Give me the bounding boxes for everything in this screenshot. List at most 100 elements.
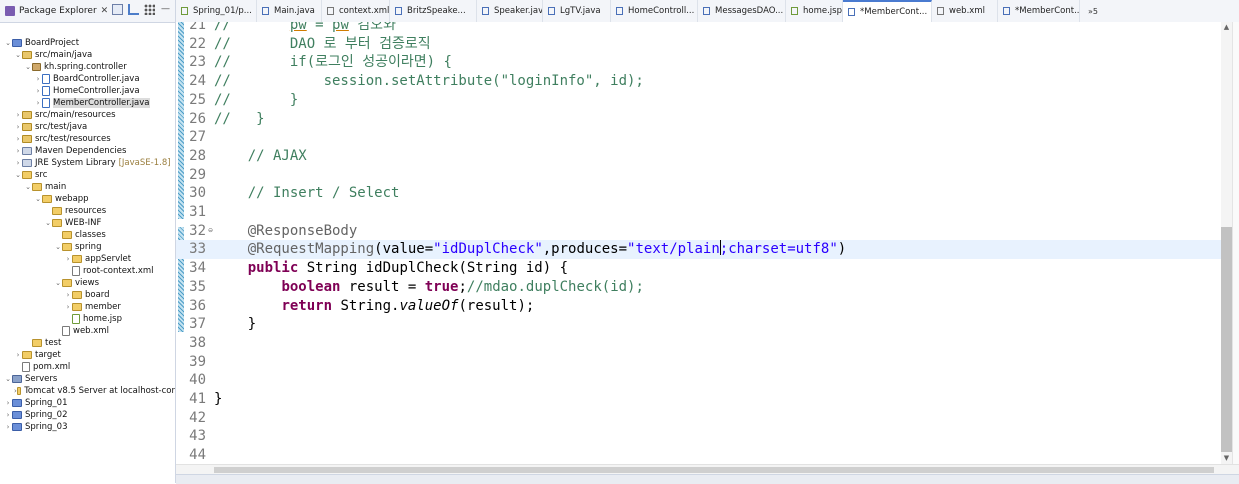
- tree-item[interactable]: ⌄ Servers: [0, 373, 175, 385]
- collapsed-twisty-icon[interactable]: ›: [14, 159, 22, 167]
- editor-tab[interactable]: BritzSpeake...: [390, 0, 477, 22]
- expanded-twisty-icon[interactable]: ⌄: [24, 63, 32, 71]
- collapsed-twisty-icon[interactable]: ›: [64, 291, 72, 299]
- code-line[interactable]: // if(로그인 성공이라면) {: [214, 53, 452, 72]
- code-line[interactable]: // }: [214, 91, 298, 110]
- tree-item[interactable]: ⌄ src/main/java: [0, 49, 175, 61]
- link-with-editor-icon[interactable]: [128, 4, 139, 15]
- tree-item[interactable]: › member: [0, 301, 175, 313]
- collapse-all-icon[interactable]: [112, 4, 123, 15]
- editor-tab[interactable]: *MemberCont...: [998, 0, 1080, 22]
- collapsed-twisty-icon[interactable]: ›: [4, 399, 12, 407]
- tree-item[interactable]: resources: [0, 205, 175, 217]
- minimize-icon[interactable]: —: [160, 4, 171, 15]
- tree-item[interactable]: ⌄ kh.spring.controller: [0, 61, 175, 73]
- collapsed-twisty-icon[interactable]: ›: [34, 87, 42, 95]
- collapsed-twisty-icon[interactable]: ›: [34, 75, 42, 83]
- view-menu-icon[interactable]: [144, 4, 155, 15]
- collapsed-twisty-icon[interactable]: ›: [34, 99, 42, 107]
- expanded-twisty-icon[interactable]: ⌄: [4, 39, 12, 47]
- collapsed-twisty-icon[interactable]: ›: [4, 423, 12, 431]
- tree-item[interactable]: ⌄ webapp: [0, 193, 175, 205]
- expanded-twisty-icon[interactable]: ⌄: [34, 195, 42, 203]
- tree-item[interactable]: › Tomcat v8.5 Server at localhost-cor: [0, 385, 175, 397]
- editor-tab[interactable]: Main.java: [257, 0, 322, 22]
- tree-item[interactable]: ⌄ src: [0, 169, 175, 181]
- tree-item[interactable]: › Spring_01: [0, 397, 175, 409]
- code-line[interactable]: // session.setAttribute("loginInfo", id)…: [214, 72, 644, 91]
- collapsed-twisty-icon[interactable]: ›: [64, 303, 72, 311]
- tree-item[interactable]: › JRE System Library [JavaSE-1.8]: [0, 157, 175, 169]
- tree-item[interactable]: ⌄ WEB-INF: [0, 217, 175, 229]
- tree-item[interactable]: ⌄ main: [0, 181, 175, 193]
- tree-item[interactable]: › board: [0, 289, 175, 301]
- tree-item[interactable]: home.jsp: [0, 313, 175, 325]
- collapsed-twisty-icon[interactable]: ›: [14, 111, 22, 119]
- collapsed-twisty-icon[interactable]: ›: [4, 411, 12, 419]
- collapsed-twisty-icon[interactable]: ›: [14, 123, 22, 131]
- editor-tab[interactable]: HomeControll...: [611, 0, 698, 22]
- expanded-twisty-icon[interactable]: ⌄: [54, 279, 62, 287]
- package-explorer-title[interactable]: Package Explorer: [19, 6, 97, 16]
- tree-item[interactable]: ⌄ BoardProject: [0, 37, 175, 49]
- tree-item[interactable]: › MemberController.java: [0, 97, 175, 109]
- collapsed-twisty-icon[interactable]: ›: [64, 255, 72, 263]
- tree-item[interactable]: › src/main/resources: [0, 109, 175, 121]
- code-line[interactable]: @ResponseBody: [214, 222, 358, 241]
- editor-tab[interactable]: LgTV.java: [543, 0, 611, 22]
- vertical-scrollbar[interactable]: ▲ ▼: [1221, 22, 1232, 464]
- expanded-twisty-icon[interactable]: ⌄: [14, 171, 22, 179]
- package-icon: [32, 63, 41, 71]
- expanded-twisty-icon[interactable]: ⌄: [44, 219, 52, 227]
- code-line[interactable]: // Insert / Select: [214, 184, 400, 203]
- vertical-scroll-thumb[interactable]: [1221, 227, 1232, 452]
- collapsed-twisty-icon[interactable]: ›: [14, 135, 22, 143]
- tree-item[interactable]: › Maven Dependencies: [0, 145, 175, 157]
- collapsed-twisty-icon[interactable]: ›: [14, 351, 22, 359]
- tree-item[interactable]: › BoardController.java: [0, 73, 175, 85]
- tree-item[interactable]: ⌄ views: [0, 277, 175, 289]
- tree-item[interactable]: › target: [0, 349, 175, 361]
- scroll-up-icon[interactable]: ▲: [1221, 22, 1232, 33]
- horizontal-scroll-thumb[interactable]: [214, 467, 1214, 473]
- expanded-twisty-icon[interactable]: ⌄: [14, 51, 22, 59]
- tree-item[interactable]: › src/test/java: [0, 121, 175, 133]
- editor-tab[interactable]: Speaker.java: [477, 0, 543, 22]
- code-line[interactable]: @RequestMapping(value="idDuplCheck",prod…: [214, 240, 846, 259]
- fold-toggle-icon[interactable]: ⊖: [208, 227, 213, 234]
- code-editor[interactable]: 21 // pw = pw 검오와 22 // DAO 로 부터 검증로직 23 // i…: [176, 22, 1221, 464]
- code-line[interactable]: // pw = pw 검오와: [214, 22, 396, 35]
- code-line[interactable]: }: [214, 390, 222, 409]
- tree-item[interactable]: test: [0, 337, 175, 349]
- tree-item[interactable]: ⌄ spring: [0, 241, 175, 253]
- code-line[interactable]: return String.valueOf(result);: [214, 297, 534, 316]
- editor-tab[interactable]: context.xml: [322, 0, 390, 22]
- code-line[interactable]: public String idDuplCheck(String id) {: [214, 259, 568, 278]
- editor-tab[interactable]: MessagesDAO...: [698, 0, 786, 22]
- code-line[interactable]: // AJAX: [214, 147, 307, 166]
- tree-item[interactable]: pom.xml: [0, 361, 175, 373]
- tree-item[interactable]: › HomeController.java: [0, 85, 175, 97]
- tree-item[interactable]: › src/test/resources: [0, 133, 175, 145]
- tree-item[interactable]: classes: [0, 229, 175, 241]
- code-line[interactable]: // DAO 로 부터 검증로직: [214, 35, 431, 54]
- code-line[interactable]: boolean result = true;//mdao.duplCheck(i…: [214, 278, 643, 297]
- editor-tab[interactable]: web.xml: [932, 0, 998, 22]
- tree-item[interactable]: › appServlet: [0, 253, 175, 265]
- code-line[interactable]: }: [214, 315, 256, 334]
- tab-overflow-button[interactable]: »5: [1080, 0, 1098, 22]
- tree-item[interactable]: root-context.xml: [0, 265, 175, 277]
- close-view-icon[interactable]: ✕: [101, 6, 109, 16]
- expanded-twisty-icon[interactable]: ⌄: [4, 375, 12, 383]
- expanded-twisty-icon[interactable]: ⌄: [54, 243, 62, 251]
- tree-item[interactable]: › Spring_02: [0, 409, 175, 421]
- code-line[interactable]: // }: [214, 110, 265, 129]
- expanded-twisty-icon[interactable]: ⌄: [24, 183, 32, 191]
- editor-tab[interactable]: home.jsp: [786, 0, 843, 22]
- editor-tab[interactable]: Spring_01/p...: [176, 0, 257, 22]
- editor-tab[interactable]: *MemberCont...: [843, 0, 932, 22]
- scroll-down-icon[interactable]: ▼: [1221, 453, 1232, 464]
- collapsed-twisty-icon[interactable]: ›: [14, 147, 22, 155]
- tree-item[interactable]: web.xml: [0, 325, 175, 337]
- tree-item[interactable]: › Spring_03: [0, 421, 175, 433]
